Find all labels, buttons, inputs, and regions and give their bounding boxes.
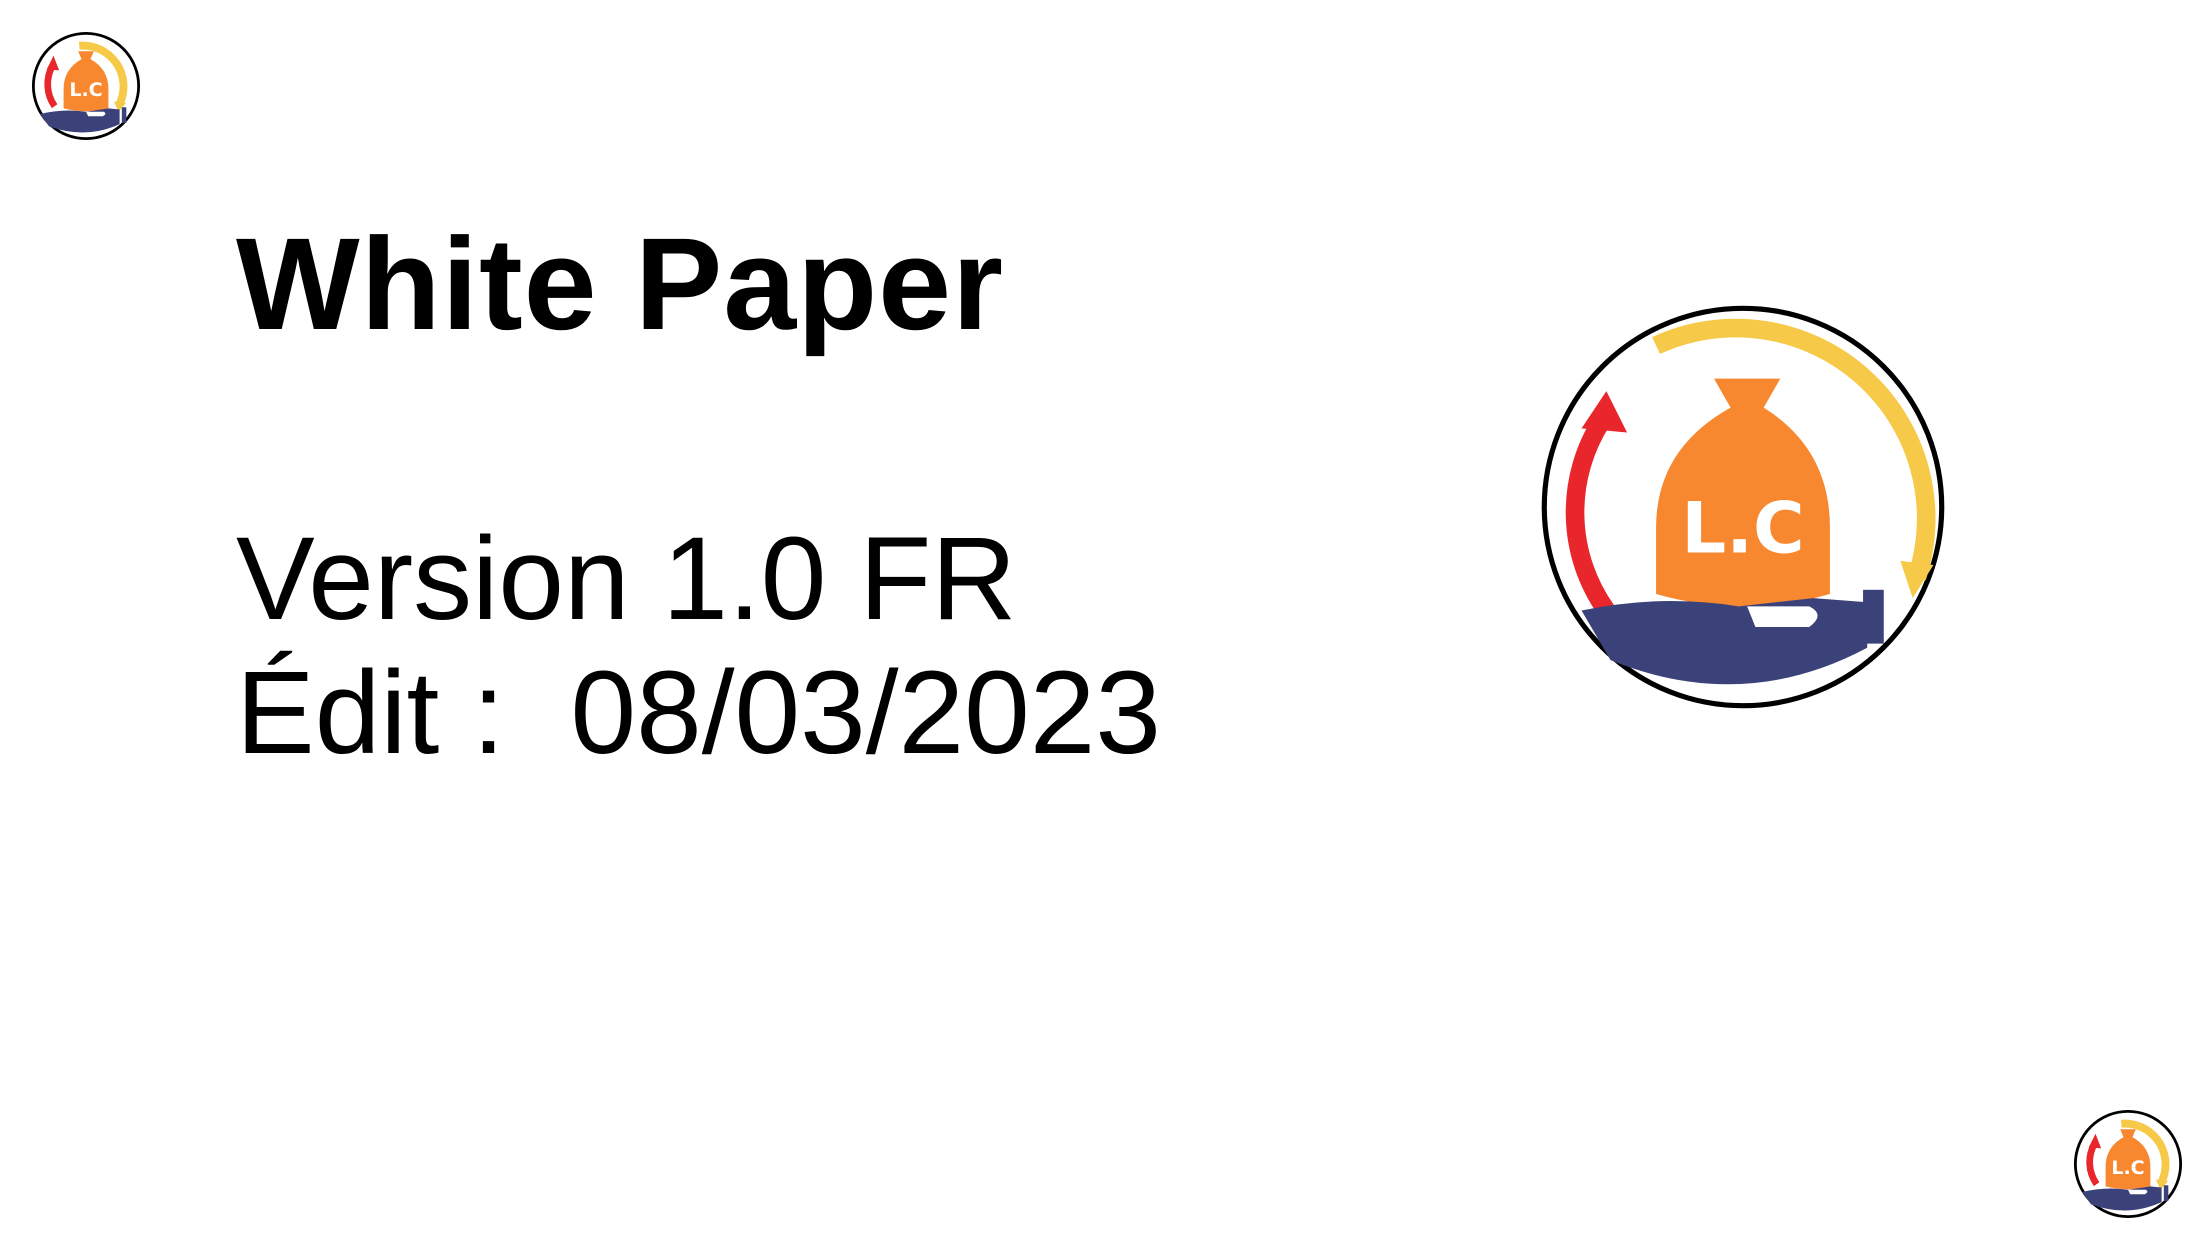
version-text: Version 1.0 FR: [236, 513, 1017, 645]
page-title: White Paper: [236, 210, 1005, 357]
svg-text:L.C: L.C: [2111, 1157, 2144, 1179]
edit-date-text: Édit : 08/03/2023: [236, 647, 1162, 779]
lc-logo-icon: L.C: [30, 30, 142, 142]
svg-text:L.C: L.C: [1681, 488, 1804, 570]
slide: L.C White Paper Version 1.0 FR Édit : 08…: [0, 0, 2205, 1240]
lc-logo-icon: L.C: [2072, 1108, 2184, 1220]
lc-logo-icon: L.C: [1536, 300, 1950, 714]
svg-text:L.C: L.C: [69, 79, 102, 101]
